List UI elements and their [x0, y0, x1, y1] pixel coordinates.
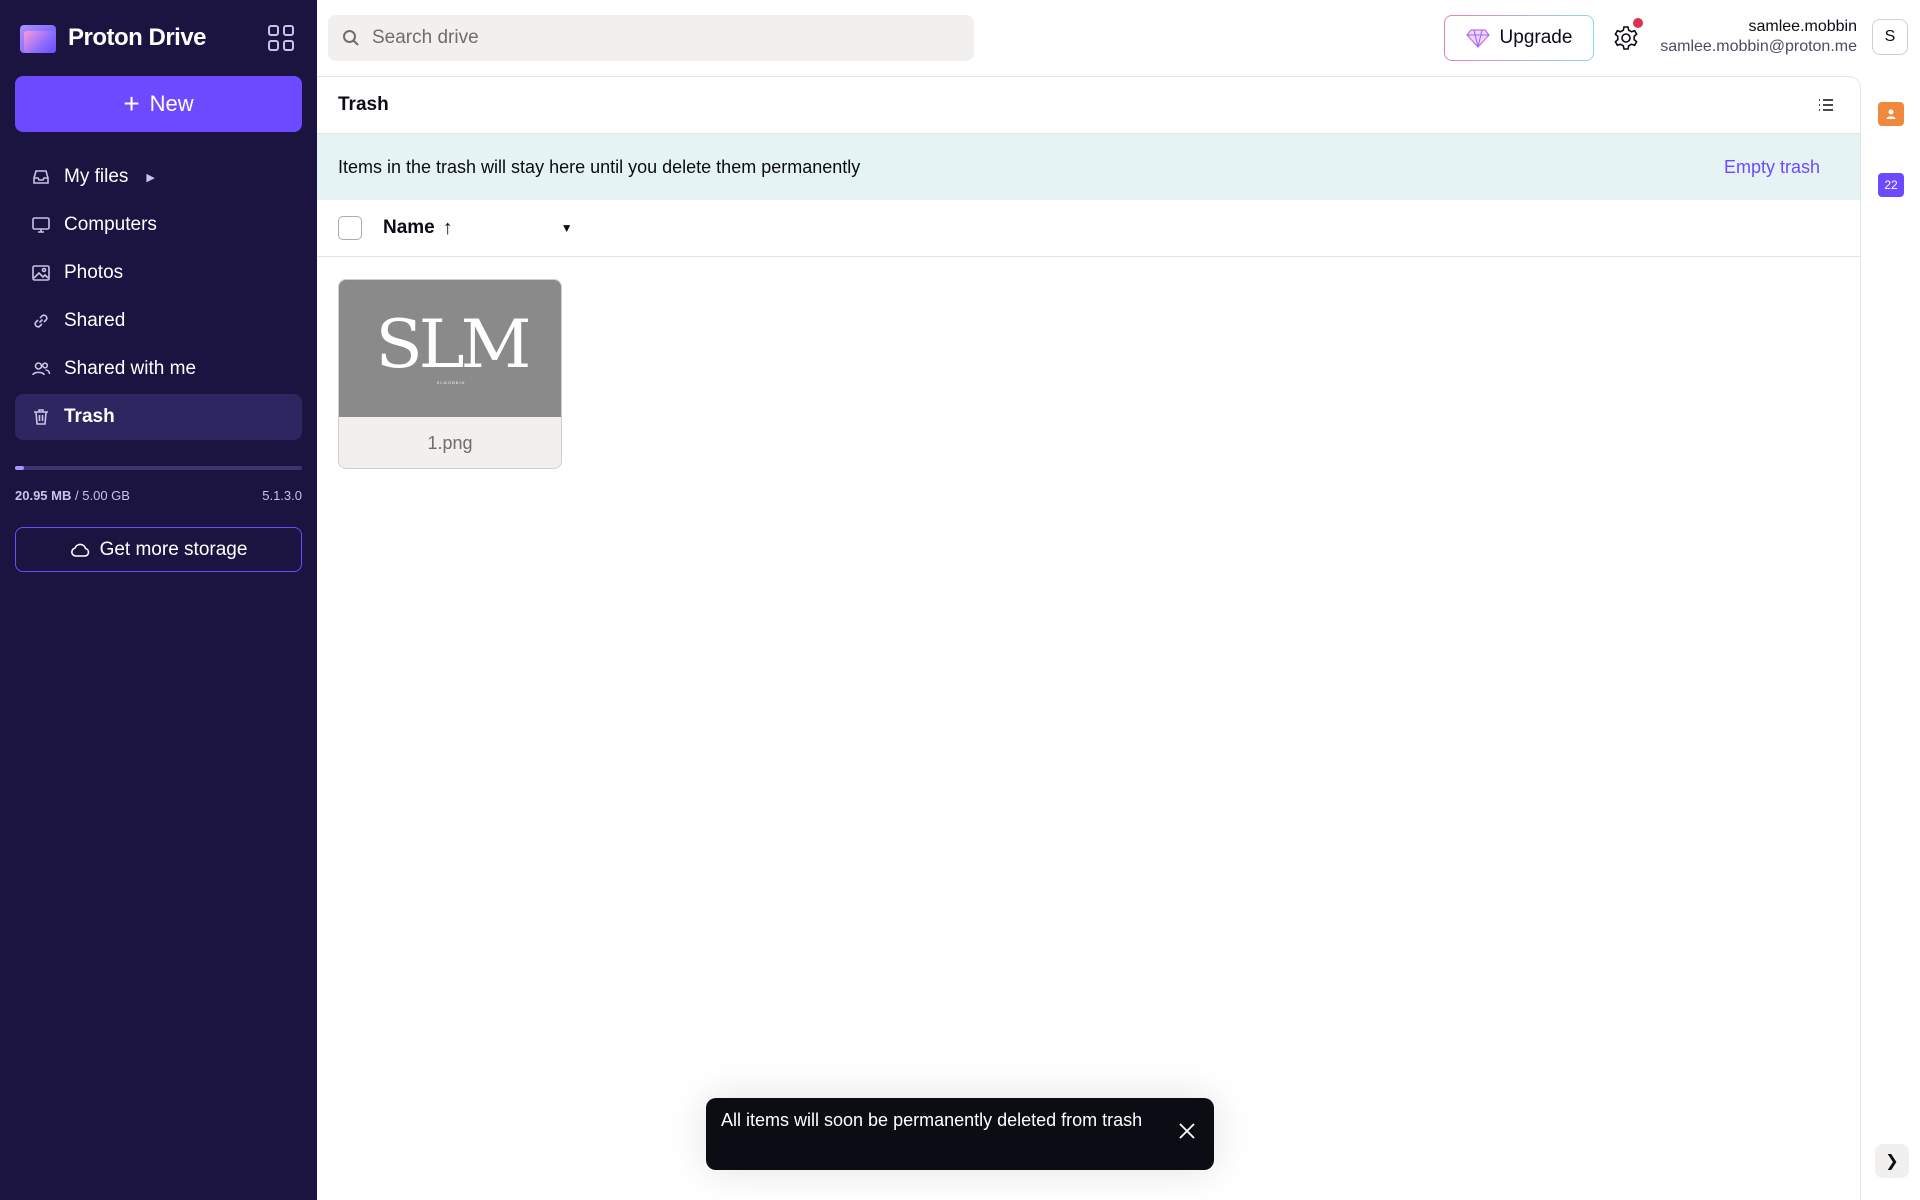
app-version: 5.1.3.0 [262, 488, 302, 503]
monitor-icon [32, 217, 50, 233]
file-name: 1.png [427, 432, 473, 453]
search-input[interactable] [372, 27, 932, 49]
image-icon [32, 265, 50, 281]
file-thumbnail: SLM SLMOBBIN [339, 280, 561, 417]
close-toast-button[interactable] [1178, 1122, 1200, 1144]
select-all-checkbox[interactable] [338, 216, 362, 240]
app-name: Proton Drive [68, 24, 207, 51]
gear-icon [1614, 26, 1638, 50]
caret-right-icon[interactable]: ▶ [146, 171, 154, 184]
sidebar-item-my-files[interactable]: My files ▶ [15, 154, 302, 200]
get-more-storage-label: Get more storage [99, 538, 248, 560]
search-bar[interactable] [328, 15, 974, 61]
upgrade-label: Upgrade [1499, 27, 1573, 48]
new-button[interactable]: + New [15, 76, 302, 132]
banner-text: Items in the trash will stay here until … [338, 156, 861, 177]
apps-grid-icon[interactable] [267, 24, 295, 52]
empty-trash-button[interactable]: Empty trash [1724, 157, 1820, 178]
inbox-icon [33, 170, 49, 184]
sidebar-item-label: Photos [64, 262, 124, 283]
sidebar-item-label: Computers [64, 214, 157, 235]
sidebar-item-label: Trash [64, 406, 115, 427]
name-column-label: Name [383, 217, 435, 238]
sidebar-item-shared-with-me[interactable]: Shared with me [15, 346, 302, 392]
dropdown-caret-icon[interactable]: ▼ [561, 221, 573, 235]
storage-separator: / [75, 488, 79, 503]
contacts-app-button[interactable] [1878, 102, 1904, 126]
toolbar: Trash [317, 77, 1860, 134]
list-header: Name ↑ ▼ [317, 200, 1860, 257]
storage-progress-fill [15, 466, 24, 470]
notification-dot [1633, 18, 1643, 28]
trash-icon [34, 409, 48, 425]
page-title: Trash [338, 94, 389, 115]
get-more-storage-button[interactable]: Get more storage [15, 527, 302, 572]
file-tile[interactable]: SLM SLMOBBIN 1.png [338, 279, 562, 469]
user-email[interactable]: samlee.mobbin@proton.me [1660, 38, 1857, 56]
sidebar: Proton Drive + New My files ▶ Computers … [0, 0, 317, 1200]
cloud-icon [70, 543, 89, 557]
trash-info-banner: Items in the trash will stay here until … [317, 134, 1860, 200]
toast-message: All items will soon be permanently delet… [721, 1110, 1143, 1130]
link-icon [34, 314, 48, 328]
calendar-day: 22 [1884, 178, 1898, 192]
storage-usage: 20.95 MB / 5.00 GB [15, 488, 130, 503]
storage-total: 5.00 GB [82, 488, 130, 503]
storage-progress-bar [15, 466, 302, 470]
drawer-toggle-button[interactable]: ❯ [1875, 1144, 1909, 1178]
sidebar-item-label: My files [64, 166, 129, 187]
sidebar-item-label: Shared [64, 310, 126, 331]
list-icon [1819, 99, 1833, 111]
user-name[interactable]: samlee.mobbin [1749, 18, 1858, 36]
diamond-icon [1465, 29, 1490, 48]
sidebar-item-label: Shared with me [64, 358, 197, 379]
sidebar-item-photos[interactable]: Photos [15, 250, 302, 296]
notification-toast: All items will soon be permanently delet… [706, 1098, 1214, 1170]
users-icon [32, 362, 51, 376]
close-icon [1179, 1123, 1195, 1139]
app-logo[interactable]: Proton Drive [20, 20, 295, 56]
plus-icon: + [123, 88, 140, 119]
list-view-toggle[interactable] [1816, 95, 1836, 115]
contacts-icon [1886, 109, 1896, 119]
name-column-header[interactable]: Name ↑ ▼ [383, 217, 573, 240]
sidebar-item-trash[interactable]: Trash [15, 394, 302, 440]
chevron-right-icon: ❯ [1885, 1153, 1899, 1170]
sidebar-item-computers[interactable]: Computers [15, 202, 302, 248]
calendar-app-button[interactable]: 22 [1878, 173, 1904, 197]
sidebar-nav: My files ▶ Computers Photos Shared Share… [15, 154, 302, 442]
sidebar-item-shared[interactable]: Shared [15, 298, 302, 344]
avatar[interactable]: S [1872, 19, 1908, 55]
storage-used: 20.95 MB [15, 488, 72, 503]
upgrade-button[interactable]: Upgrade [1444, 15, 1594, 61]
settings-button[interactable] [1612, 18, 1643, 52]
sort-ascending-icon: ↑ [442, 216, 453, 239]
thumbnail-logo: SLM [375, 306, 531, 383]
main-panel: Trash Items in the trash will stay here … [317, 76, 1861, 1200]
proton-drive-logo-icon [20, 23, 56, 53]
new-button-label: New [149, 91, 194, 116]
search-icon [343, 30, 359, 46]
